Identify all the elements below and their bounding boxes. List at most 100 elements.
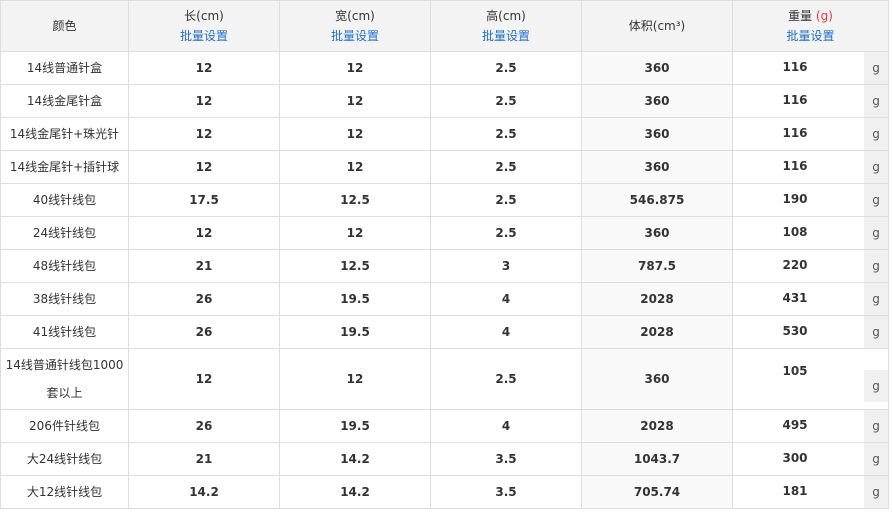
header-width: 宽(cm) 批量设置 [279, 0, 431, 52]
weight-cell: g [732, 150, 889, 184]
width-cell[interactable]: 12 [279, 348, 431, 410]
header-weight-unit: (g) [815, 9, 833, 23]
width-cell[interactable]: 19.5 [279, 409, 431, 443]
length-cell[interactable]: 12 [128, 216, 280, 250]
table-row: 14线金尾针盒12122.5360g [0, 84, 889, 118]
length-cell[interactable]: 12 [128, 150, 280, 184]
color-cell: 大12线针线包 [0, 475, 129, 509]
length-cell[interactable]: 26 [128, 409, 280, 443]
weight-input[interactable] [733, 85, 857, 115]
length-cell[interactable]: 26 [128, 315, 280, 349]
table-row: 大12线针线包14.214.23.5705.74g [0, 475, 889, 509]
color-cell: 大24线针线包 [0, 442, 129, 476]
length-batch-set-link[interactable]: 批量设置 [180, 26, 228, 46]
length-cell[interactable]: 12 [128, 117, 280, 151]
weight-unit-label: g [864, 250, 888, 282]
width-cell[interactable]: 12.5 [279, 183, 431, 217]
width-cell[interactable]: 14.2 [279, 442, 431, 476]
width-cell[interactable]: 12 [279, 51, 431, 85]
length-cell[interactable]: 26 [128, 282, 280, 316]
weight-input[interactable] [733, 356, 857, 386]
header-weight: 重量 (g) 批量设置 [732, 0, 889, 52]
volume-cell: 1043.7 [581, 442, 733, 476]
volume-cell: 360 [581, 348, 733, 410]
weight-unit-label: g [864, 370, 888, 402]
package-spec-table: 颜色 长(cm) 批量设置 宽(cm) 批量设置 高(cm) 批量设置 体积(c… [0, 0, 889, 509]
weight-cell: g [732, 442, 889, 476]
width-cell[interactable]: 12 [279, 84, 431, 118]
height-cell[interactable]: 4 [430, 282, 582, 316]
width-cell[interactable]: 14.2 [279, 475, 431, 509]
weight-unit-label: g [864, 283, 888, 315]
weight-input[interactable] [733, 184, 857, 214]
height-cell[interactable]: 3.5 [430, 442, 582, 476]
weight-input[interactable] [733, 250, 857, 280]
weight-input[interactable] [733, 443, 857, 473]
length-cell[interactable]: 17.5 [128, 183, 280, 217]
table-row: 14线金尾针+插针球12122.5360g [0, 150, 889, 184]
height-cell[interactable]: 2.5 [430, 51, 582, 85]
table-header-row: 颜色 长(cm) 批量设置 宽(cm) 批量设置 高(cm) 批量设置 体积(c… [0, 0, 889, 52]
height-cell[interactable]: 2.5 [430, 216, 582, 250]
length-cell[interactable]: 12 [128, 51, 280, 85]
height-cell[interactable]: 2.5 [430, 117, 582, 151]
height-cell[interactable]: 4 [430, 315, 582, 349]
weight-input[interactable] [733, 52, 857, 82]
height-cell[interactable]: 3 [430, 249, 582, 283]
header-width-label: 宽(cm) [335, 9, 375, 23]
volume-cell: 2028 [581, 282, 733, 316]
weight-unit-label: g [864, 151, 888, 183]
length-cell[interactable]: 12 [128, 84, 280, 118]
weight-input[interactable] [733, 410, 857, 440]
weight-input[interactable] [733, 151, 857, 181]
table-row: 14线普通针盒12122.5360g [0, 51, 889, 85]
height-cell[interactable]: 4 [430, 409, 582, 443]
length-cell[interactable]: 14.2 [128, 475, 280, 509]
weight-cell: g [732, 216, 889, 250]
header-length-label: 长(cm) [184, 9, 224, 23]
length-cell[interactable]: 12 [128, 348, 280, 410]
header-color-label: 颜色 [52, 19, 77, 33]
weight-input[interactable] [733, 476, 857, 506]
weight-unit-label: g [864, 443, 888, 475]
weight-cell: g [732, 282, 889, 316]
weight-unit-label: g [864, 476, 888, 508]
length-cell[interactable]: 21 [128, 442, 280, 476]
weight-unit-label: g [864, 118, 888, 150]
height-cell[interactable]: 2.5 [430, 84, 582, 118]
header-height-label: 高(cm) [486, 9, 526, 23]
weight-input[interactable] [733, 316, 857, 346]
table-row: 14线金尾针+珠光针12122.5360g [0, 117, 889, 151]
color-cell: 14线金尾针盒 [0, 84, 129, 118]
width-cell[interactable]: 19.5 [279, 315, 431, 349]
width-cell[interactable]: 12 [279, 216, 431, 250]
table-row: 48线针线包2112.53787.5 g [0, 249, 889, 283]
weight-unit-label: g [864, 184, 888, 216]
width-cell[interactable]: 19.5 [279, 282, 431, 316]
width-batch-set-link[interactable]: 批量设置 [331, 26, 379, 46]
weight-cell: g [732, 249, 889, 283]
weight-input[interactable] [733, 118, 857, 148]
weight-cell: g [732, 409, 889, 443]
weight-batch-set-link[interactable]: 批量设置 [786, 26, 834, 46]
volume-cell: 705.74 [581, 475, 733, 509]
height-cell[interactable]: 2.5 [430, 348, 582, 410]
length-cell[interactable]: 21 [128, 249, 280, 283]
header-height: 高(cm) 批量设置 [430, 0, 582, 52]
width-cell[interactable]: 12 [279, 117, 431, 151]
header-color: 颜色 [0, 0, 129, 52]
width-cell[interactable]: 12.5 [279, 249, 431, 283]
weight-cell: g [732, 51, 889, 85]
color-cell: 14线金尾针+插针球 [0, 150, 129, 184]
height-cell[interactable]: 2.5 [430, 150, 582, 184]
header-length: 长(cm) 批量设置 [128, 0, 280, 52]
weight-unit-label: g [864, 316, 888, 348]
height-cell[interactable]: 2.5 [430, 183, 582, 217]
weight-input[interactable] [733, 217, 857, 247]
width-cell[interactable]: 12 [279, 150, 431, 184]
table-body: 14线普通针盒12122.5360g14线金尾针盒12122.5360g14线金… [0, 51, 889, 509]
height-batch-set-link[interactable]: 批量设置 [482, 26, 530, 46]
height-cell[interactable]: 3.5 [430, 475, 582, 509]
color-cell: 38线针线包 [0, 282, 129, 316]
weight-input[interactable] [733, 283, 857, 313]
